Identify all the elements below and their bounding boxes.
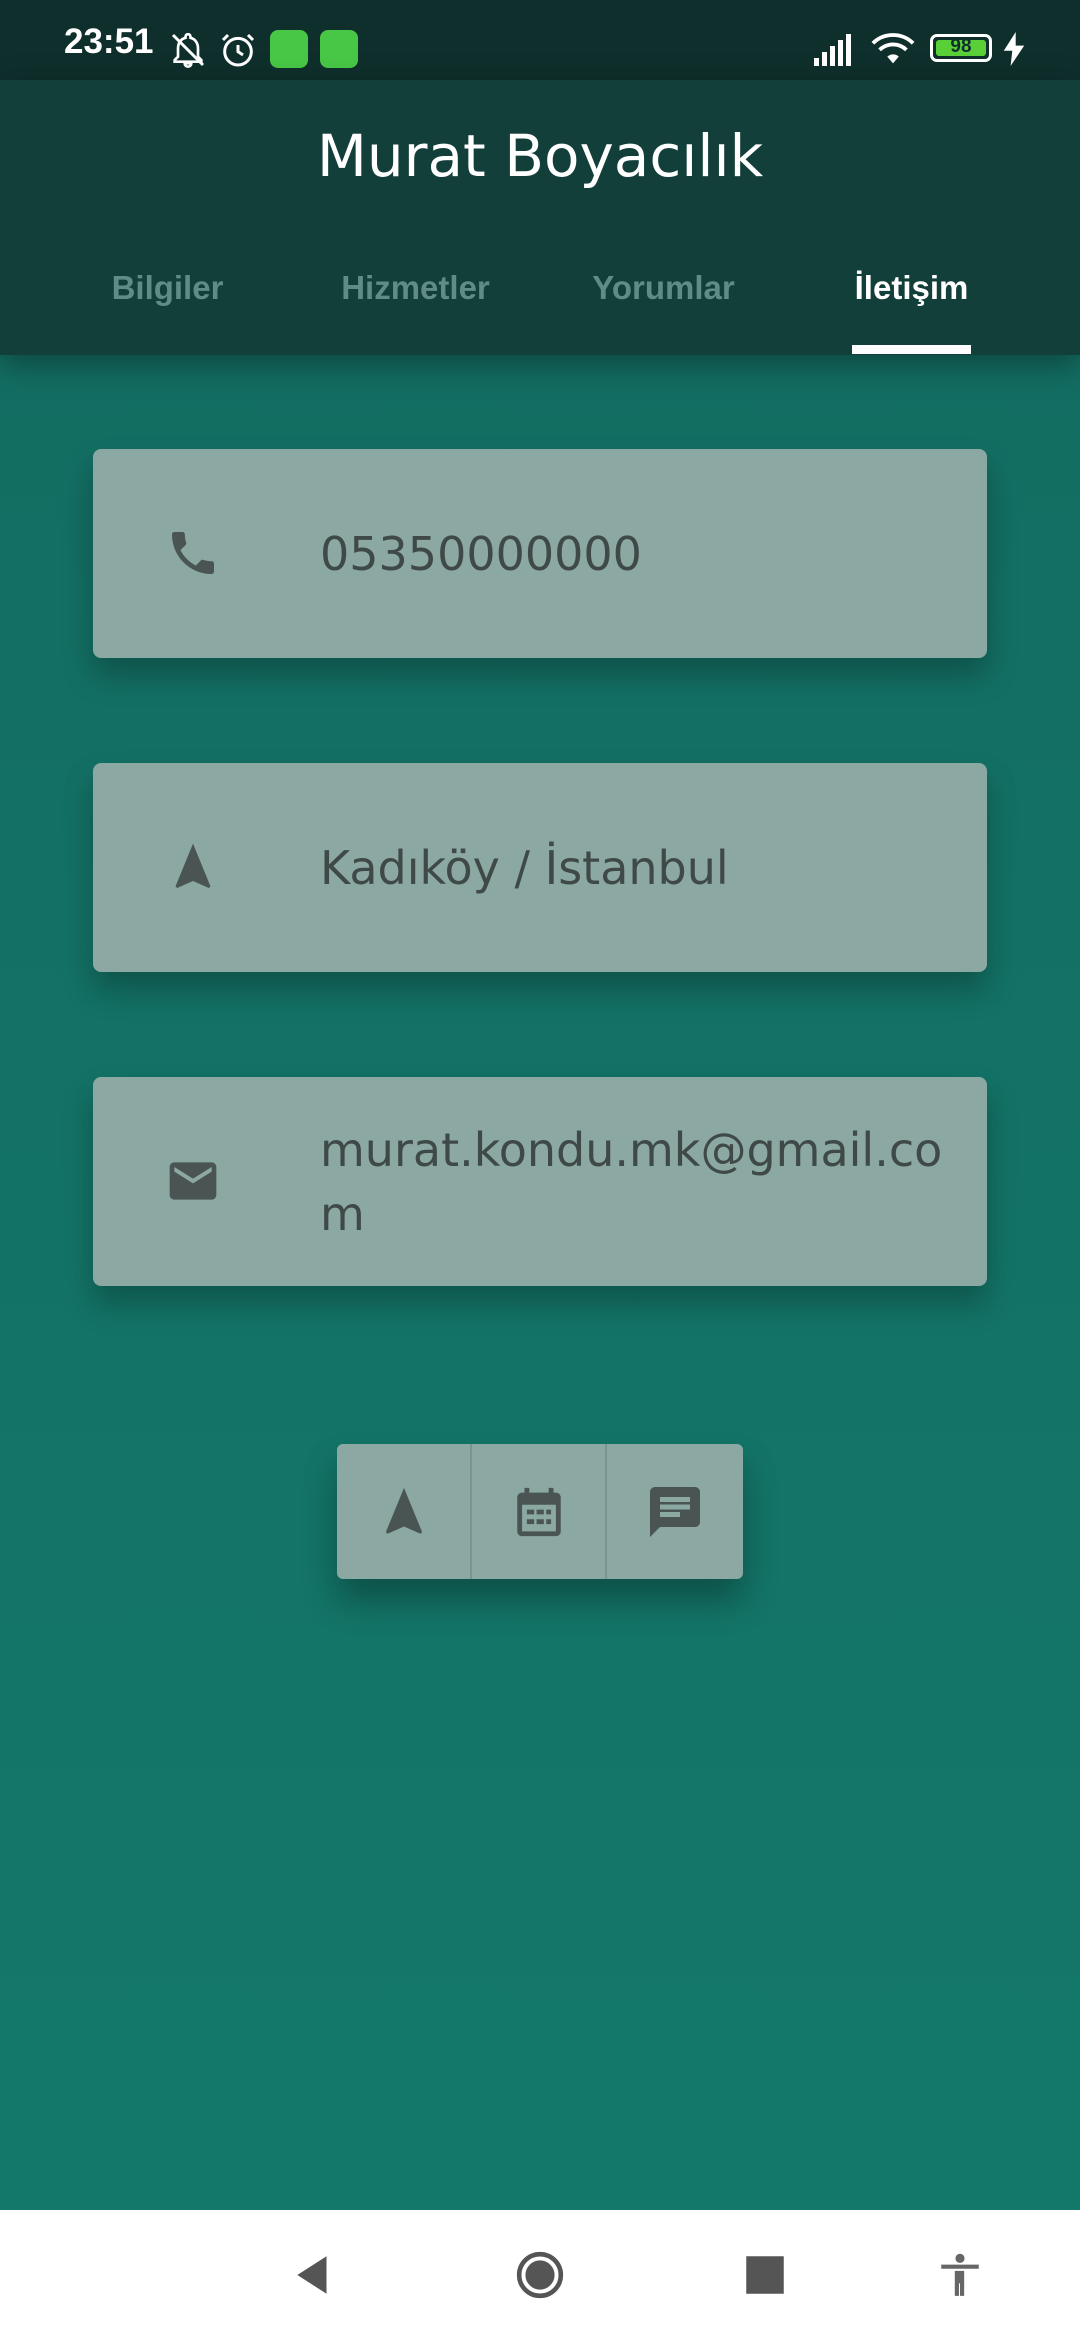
email-card[interactable]: murat.kondu.mk@gmail.com [93, 1077, 987, 1286]
calendar-button[interactable] [472, 1444, 607, 1579]
message-icon [649, 1486, 700, 1537]
calendar-icon [516, 1487, 561, 1536]
battery-level: 98 [950, 36, 972, 57]
system-nav-bar [0, 2210, 1080, 2340]
battery-icon: 98 [930, 34, 992, 62]
phone-card[interactable]: 05350000000 [93, 449, 987, 658]
action-button-group [337, 1444, 743, 1579]
mute-icon [171, 32, 205, 69]
email-text: murat.kondu.mk@gmail.com [320, 1122, 943, 1241]
tab-bar: Bilgiler Hizmetler Yorumlar İletişim [0, 250, 1080, 355]
status-time: 23:51 [64, 22, 154, 61]
phone-icon [172, 532, 214, 574]
mail-icon [169, 1162, 217, 1200]
navigation-icon [385, 1487, 422, 1534]
app-icon [270, 30, 308, 68]
accessibility-icon[interactable] [935, 2250, 985, 2300]
navigate-button[interactable] [337, 1444, 472, 1579]
back-icon[interactable] [289, 2250, 339, 2300]
navigation-icon [175, 843, 211, 888]
signal-icon [814, 34, 851, 66]
active-tab-indicator [852, 345, 971, 354]
home-icon[interactable] [515, 2250, 565, 2300]
location-text: Kadıköy / İstanbul [320, 840, 729, 895]
tab-hizmetler[interactable]: Hizmetler [293, 250, 538, 355]
recents-icon[interactable] [740, 2250, 790, 2300]
app-bar: Murat Boyacılık Bilgiler Hizmetler Yorum… [0, 80, 1080, 355]
wifi-icon [871, 33, 915, 64]
tab-bilgiler[interactable]: Bilgiler [45, 250, 290, 355]
page-title: Murat Boyacılık [316, 122, 764, 190]
charging-icon [1003, 32, 1025, 66]
message-button[interactable] [607, 1444, 742, 1579]
tab-yorumlar[interactable]: Yorumlar [541, 250, 786, 355]
alarm-icon [221, 33, 255, 67]
app-icon [320, 30, 358, 68]
tab-iletisim[interactable]: İletişim [789, 250, 1034, 355]
contact-content: 05350000000 Kadıköy / İstanbul murat.kon… [0, 355, 1080, 2210]
status-bar: 23:51 98 [0, 0, 1080, 80]
phone-number: 05350000000 [320, 526, 642, 581]
location-card[interactable]: Kadıköy / İstanbul [93, 763, 987, 972]
